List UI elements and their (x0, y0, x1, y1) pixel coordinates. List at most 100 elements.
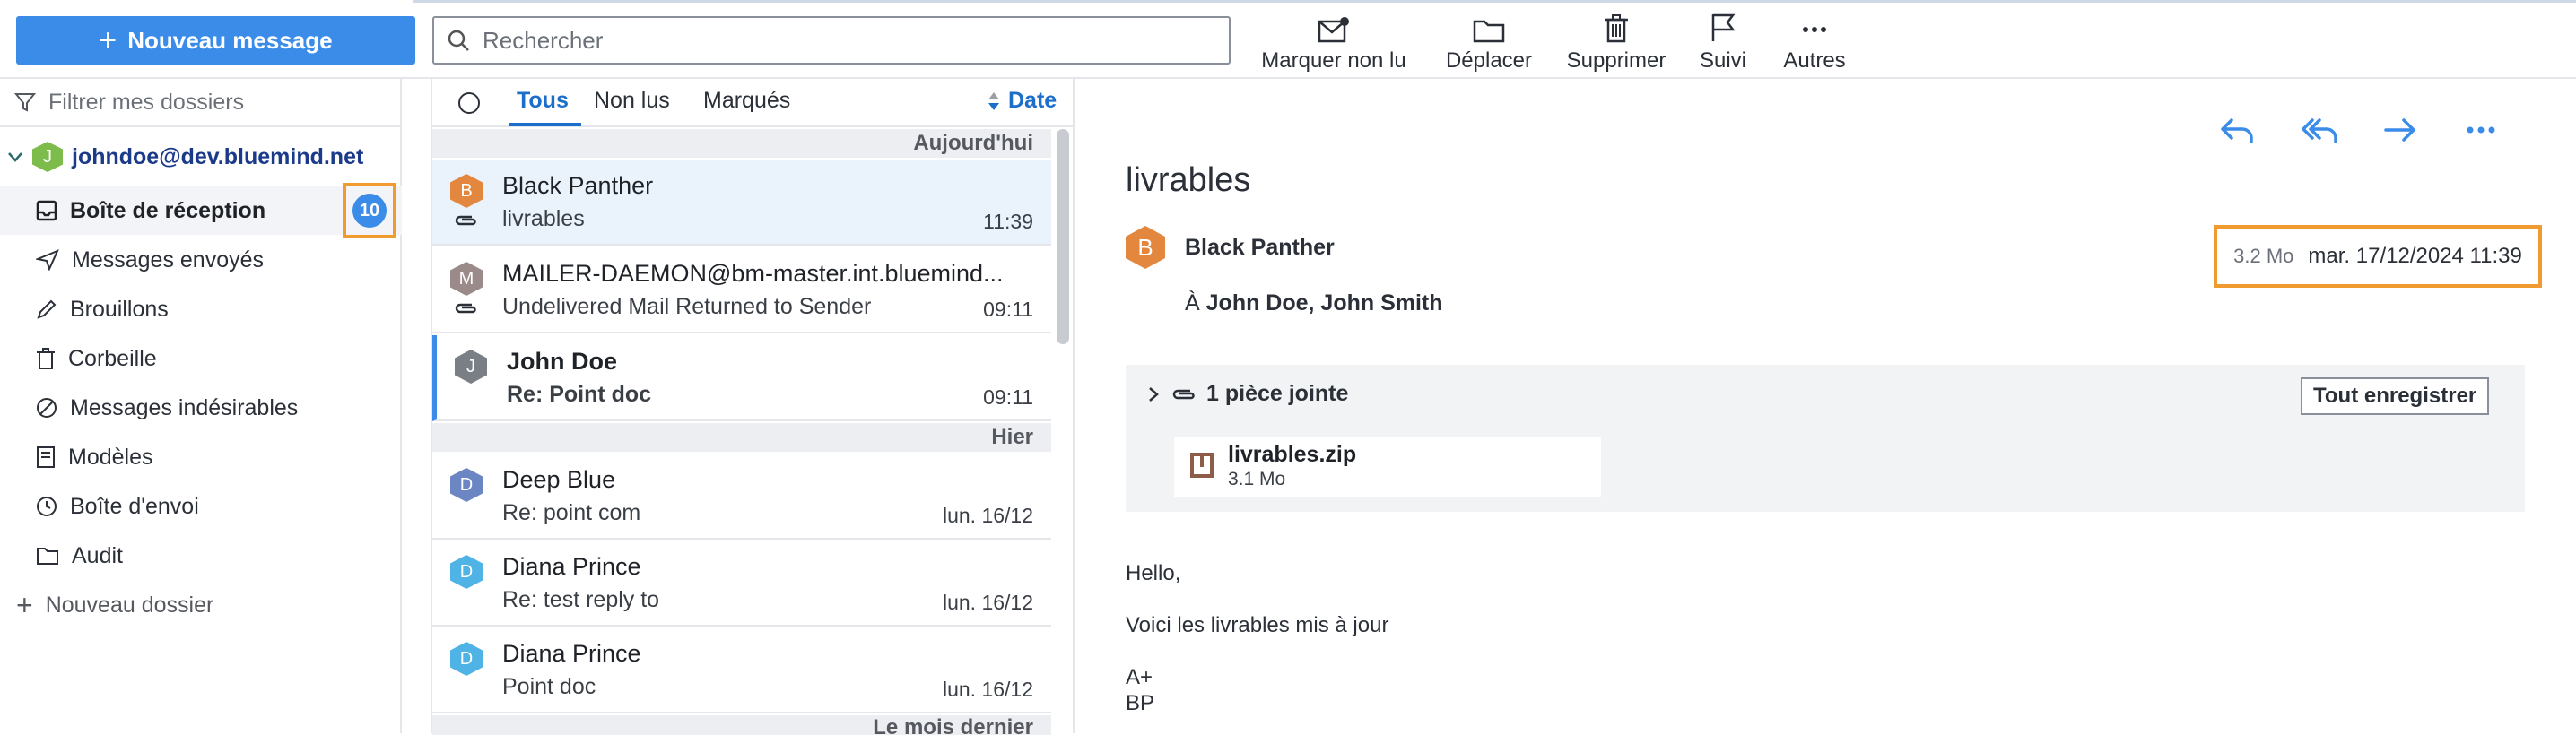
search-input[interactable] (481, 25, 1198, 56)
chevron-down-icon[interactable] (7, 151, 23, 163)
mark-unread-button[interactable]: Marquer non lu (1258, 11, 1410, 74)
delete-button[interactable]: Supprimer (1559, 11, 1674, 74)
folder-outbox[interactable]: Boîte d'envoi (0, 482, 402, 531)
attachments-header[interactable]: 1 pièce jointe (1147, 381, 1348, 407)
filter-icon (14, 93, 36, 112)
unread-badge-highlight: 10 (343, 183, 396, 238)
account-email[interactable]: johndoe@dev.bluemind.net (72, 144, 363, 170)
message-date: mar. 17/12/2024 11:39 (2308, 244, 2522, 268)
follow-button[interactable]: Suivi (1692, 11, 1754, 74)
message-sender: MAILER-DAEMON@bm-master.int.bluemind... (502, 260, 1004, 287)
body-line: A+ (1126, 665, 1153, 689)
message-row[interactable]: J John Doe Re: Point doc 09:11 (432, 335, 1051, 421)
pencil-icon (37, 299, 57, 319)
folder-audit[interactable]: Audit (0, 532, 402, 580)
folder-templates[interactable]: Modèles (0, 433, 402, 481)
message-time: lun. 16/12 (942, 678, 1033, 701)
folder-label: Brouillons (70, 296, 169, 322)
body-line: Voici les livrables mis à jour (1126, 613, 1389, 637)
tab-flagged[interactable]: Marqués (703, 88, 790, 114)
group-yesterday: Hier (432, 423, 1051, 452)
reading-pane: livrables B Black Panther À John Doe, Jo… (1076, 79, 2576, 733)
attachment-item[interactable]: livrables.zip 3.1 Mo (1174, 437, 1601, 497)
folder-icon (37, 548, 58, 565)
sort-icon (988, 91, 999, 110)
zip-file-icon (1190, 453, 1214, 478)
list-scrollbar[interactable] (1057, 129, 1069, 344)
message-sender: Black Panther (502, 172, 654, 199)
recipients-list[interactable]: John Doe, John Smith (1206, 290, 1443, 316)
delete-label: Supprimer (1566, 48, 1667, 73)
list-header: Tous Non lus Marqués Date (432, 79, 1075, 127)
body-line: Hello, (1126, 561, 1181, 585)
folder-filter-placeholder[interactable]: Filtrer mes dossiers (48, 90, 244, 116)
recipients-prefix: À (1185, 290, 1200, 316)
message-sender: Diana Prince (502, 553, 641, 580)
folder-drafts[interactable]: Brouillons (0, 285, 402, 333)
body-line: BP (1126, 691, 1155, 715)
sort-by-date[interactable]: Date (987, 88, 1057, 114)
template-icon (37, 446, 55, 468)
message-time: lun. 16/12 (942, 591, 1033, 614)
folder-move-icon (1473, 20, 1505, 43)
message-time: lun. 16/12 (942, 504, 1033, 527)
attachments-panel: 1 pièce jointe Tout enregistrer livrable… (1126, 365, 2525, 512)
save-all-button[interactable]: Tout enregistrer (2301, 377, 2490, 415)
new-folder-button[interactable]: + Nouveau dossier (0, 581, 402, 629)
new-message-label: Nouveau message (127, 26, 333, 54)
trash-icon (1605, 14, 1628, 43)
account-row[interactable]: J johndoe@dev.bluemind.net (7, 142, 363, 172)
unread-count-badge: 10 (352, 194, 387, 228)
message-row[interactable]: M MAILER-DAEMON@bm-master.int.bluemind..… (432, 247, 1051, 333)
account-avatar: J (32, 142, 63, 172)
folder-spam[interactable]: Messages indésirables (0, 384, 402, 432)
clock-icon (37, 497, 57, 516)
sender-name[interactable]: Black Panther (1185, 235, 1335, 261)
message-row[interactable]: D Diana Prince Re: test reply to lun. 16… (432, 540, 1051, 627)
forward-icon[interactable] (2382, 115, 2418, 145)
sender-avatar: D (450, 642, 483, 676)
reply-all-icon[interactable] (2300, 115, 2339, 145)
more-icon (1803, 27, 1826, 32)
send-icon (36, 249, 59, 271)
sender-avatar: D (450, 555, 483, 589)
move-button[interactable]: Déplacer (1437, 11, 1541, 74)
message-row[interactable]: B Black Panther livrables 11:39 (432, 160, 1051, 246)
move-label: Déplacer (1445, 48, 1533, 73)
folder-label: Corbeille (68, 345, 157, 371)
message-time: 09:11 (983, 298, 1033, 321)
more-icon[interactable] (2463, 115, 2499, 145)
mark-unread-label: Marquer non lu (1261, 48, 1406, 73)
folder-trash[interactable]: Corbeille (0, 334, 402, 383)
folder-label: Boîte d'envoi (70, 493, 199, 519)
message-list: Tous Non lus Marqués Date Aujourd'hui B … (431, 79, 1075, 735)
message-row[interactable]: D Diana Prince Point doc lun. 16/12 (432, 627, 1051, 713)
mail-unread-icon (1318, 17, 1349, 43)
more-label: Autres (1783, 48, 1846, 73)
tab-all[interactable]: Tous (517, 88, 569, 114)
message-subject: Re: point com (502, 500, 641, 525)
plus-icon: + (16, 589, 33, 621)
sort-label: Date (1008, 88, 1057, 113)
message-time: 11:39 (983, 210, 1033, 233)
new-message-button[interactable]: + Nouveau message (16, 16, 415, 65)
folder-label: Audit (72, 542, 123, 568)
folder-inbox[interactable]: Boîte de réception (0, 186, 402, 235)
tab-unread[interactable]: Non lus (594, 88, 670, 114)
message-subject: Undelivered Mail Returned to Sender (502, 294, 872, 319)
spam-icon (37, 398, 57, 418)
more-actions-button[interactable]: Autres (1774, 11, 1855, 74)
chevron-right-icon[interactable] (1147, 385, 1160, 403)
folder-filter[interactable]: Filtrer mes dossiers (0, 79, 402, 127)
sender-avatar: J (455, 350, 487, 384)
folder-sent[interactable]: Messages envoyés (0, 236, 402, 284)
reply-icon[interactable] (2219, 115, 2255, 145)
message-subject: Point doc (502, 674, 596, 699)
folder-sidebar: Filtrer mes dossiers J johndoe@dev.bluem… (0, 79, 402, 733)
sender-avatar: D (450, 468, 483, 502)
message-size: 3.2 Mo (2233, 245, 2294, 267)
select-all-checkbox[interactable] (457, 91, 481, 115)
search-box[interactable] (432, 16, 1231, 65)
message-row[interactable]: D Deep Blue Re: point com lun. 16/12 (432, 454, 1051, 540)
tab-active-indicator (509, 123, 581, 126)
